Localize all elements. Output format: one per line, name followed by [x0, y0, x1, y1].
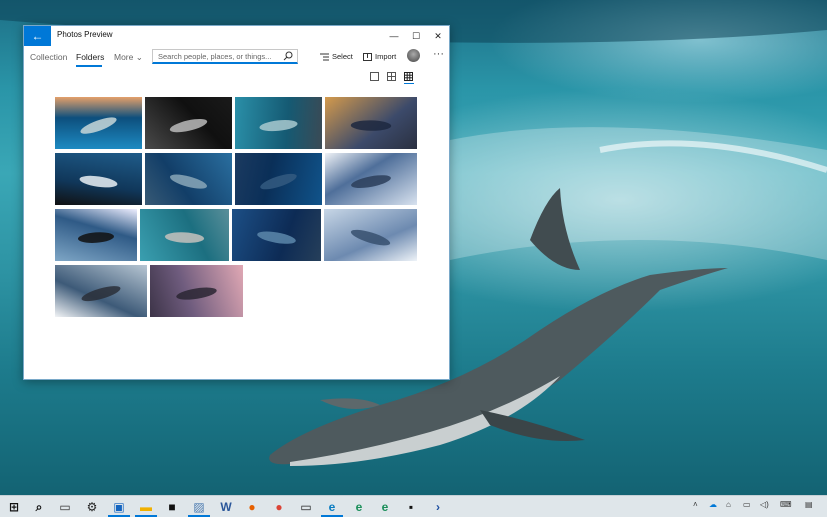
photo-subject: [350, 229, 391, 246]
edge-icon[interactable]: e: [324, 499, 340, 515]
photos-icon[interactable]: ▣: [111, 499, 127, 515]
medium-grid-icon[interactable]: [387, 72, 396, 81]
powershell-icon[interactable]: ›: [430, 499, 446, 515]
photo-subject: [257, 231, 296, 244]
photo-thumbnail-dolphin-reef[interactable]: [55, 97, 142, 149]
search-box[interactable]: Search people, places, or things...: [152, 49, 298, 64]
onedrive-icon[interactable]: ☁: [709, 500, 717, 509]
start-icon[interactable]: ⊞: [6, 499, 22, 515]
photo-thumbnail-whale-breach-grey[interactable]: [55, 265, 147, 317]
back-arrow-icon: ←: [31, 29, 44, 43]
close-button[interactable]: ✕: [427, 26, 449, 46]
chrome-icon[interactable]: ●: [271, 499, 287, 515]
search-input[interactable]: Search people, places, or things...: [158, 52, 271, 61]
edge-beta-icon[interactable]: e: [351, 499, 367, 515]
select-list-icon: [320, 53, 329, 60]
selected-tab-indicator: [76, 65, 102, 67]
search-icon[interactable]: ⌕: [31, 499, 47, 515]
maximize-button[interactable]: ☐: [405, 26, 427, 46]
more-options-icon[interactable]: ···: [433, 48, 444, 60]
notification-icon[interactable]: ▤: [805, 500, 813, 509]
terminal-icon[interactable]: ▭: [298, 499, 314, 515]
photo-subject: [260, 173, 297, 190]
photo-thumbnail-humpback-sunset[interactable]: [325, 97, 417, 149]
avatar[interactable]: [407, 49, 420, 62]
volume-icon[interactable]: ◁): [760, 500, 769, 509]
word-icon[interactable]: W: [218, 499, 234, 515]
settings-icon[interactable]: ⚙: [84, 499, 100, 515]
photo-subject: [350, 120, 392, 131]
photo-thumbnail-whale-leap-horizon[interactable]: [324, 209, 417, 261]
photo-thumbnail-whale-tail-dark[interactable]: [145, 97, 232, 149]
photo-thumbnail-dolphins-underwater[interactable]: [145, 153, 232, 205]
photo-thumbnail-humpbacks-underwater[interactable]: [232, 209, 321, 261]
photos-app-icon[interactable]: ▨: [191, 499, 207, 515]
photo-subject: [259, 120, 298, 132]
title-bar: ← Photos Preview — ☐ ✕: [24, 26, 449, 46]
photo-subject: [78, 232, 114, 243]
cmd-icon[interactable]: ▪: [403, 499, 419, 515]
tab-collection[interactable]: Collection: [30, 52, 67, 62]
photo-subject: [176, 287, 217, 300]
taskbar: ⊞ ⌕ ▭ ⚙ ▣ ▬ ■ ▨ W ● ● ▭ e e e ▪ › ˄ ☁ ⌂ ▭ ◁) ⌨ ▤: [0, 495, 827, 517]
photo-subject: [164, 232, 205, 243]
single-view-icon[interactable]: [370, 72, 379, 81]
edge-dev-icon[interactable]: e: [377, 499, 393, 515]
task-view-icon[interactable]: ▭: [57, 499, 73, 515]
nav-bar: Collection Folders More ⌄ Search people,…: [24, 46, 449, 72]
photo-thumbnail-diver-deep-blue[interactable]: [235, 153, 322, 205]
small-grid-icon[interactable]: [404, 72, 413, 81]
tab-folders[interactable]: Folders: [76, 52, 104, 62]
minimize-button[interactable]: —: [383, 26, 405, 46]
photo-thumbnail-dolphin-swimming[interactable]: [235, 97, 322, 149]
search-icon[interactable]: [283, 51, 293, 61]
firefox-icon[interactable]: ●: [244, 499, 260, 515]
store-icon[interactable]: ■: [164, 499, 180, 515]
photo-subject: [80, 117, 117, 134]
tab-more[interactable]: More ⌄: [114, 52, 143, 63]
chevron-up-icon[interactable]: ˄: [693, 500, 698, 509]
photo-subject: [81, 286, 121, 302]
photo-thumbnail-humpback-breach[interactable]: [325, 153, 417, 205]
back-button[interactable]: ←: [24, 26, 51, 46]
photo-subject: [169, 174, 208, 189]
photo-thumbnail-dolphin-pod[interactable]: [140, 209, 229, 261]
app-title: Photos Preview: [57, 30, 113, 39]
photos-window: ← Photos Preview — ☐ ✕ Collection Folder…: [23, 25, 450, 380]
import-icon: [363, 52, 372, 61]
import-button[interactable]: Import: [363, 52, 396, 61]
photo-thumbnail-whale-tail-sunset[interactable]: [150, 265, 243, 317]
photo-thumbnail-orca-splash[interactable]: [55, 209, 137, 261]
photo-thumbnail-orca-jumping[interactable]: [55, 153, 142, 205]
select-button[interactable]: Select: [320, 52, 353, 61]
file-explorer-icon[interactable]: ▬: [138, 499, 154, 515]
chevron-down-icon: ⌄: [135, 52, 143, 62]
selected-view-indicator: [404, 83, 414, 84]
photo-subject: [79, 175, 118, 188]
network-icon[interactable]: ⌂: [726, 500, 731, 509]
keyboard-icon[interactable]: ⌨: [780, 500, 792, 509]
photo-subject: [351, 175, 391, 189]
photo-subject: [169, 118, 208, 133]
display-icon[interactable]: ▭: [743, 500, 751, 509]
